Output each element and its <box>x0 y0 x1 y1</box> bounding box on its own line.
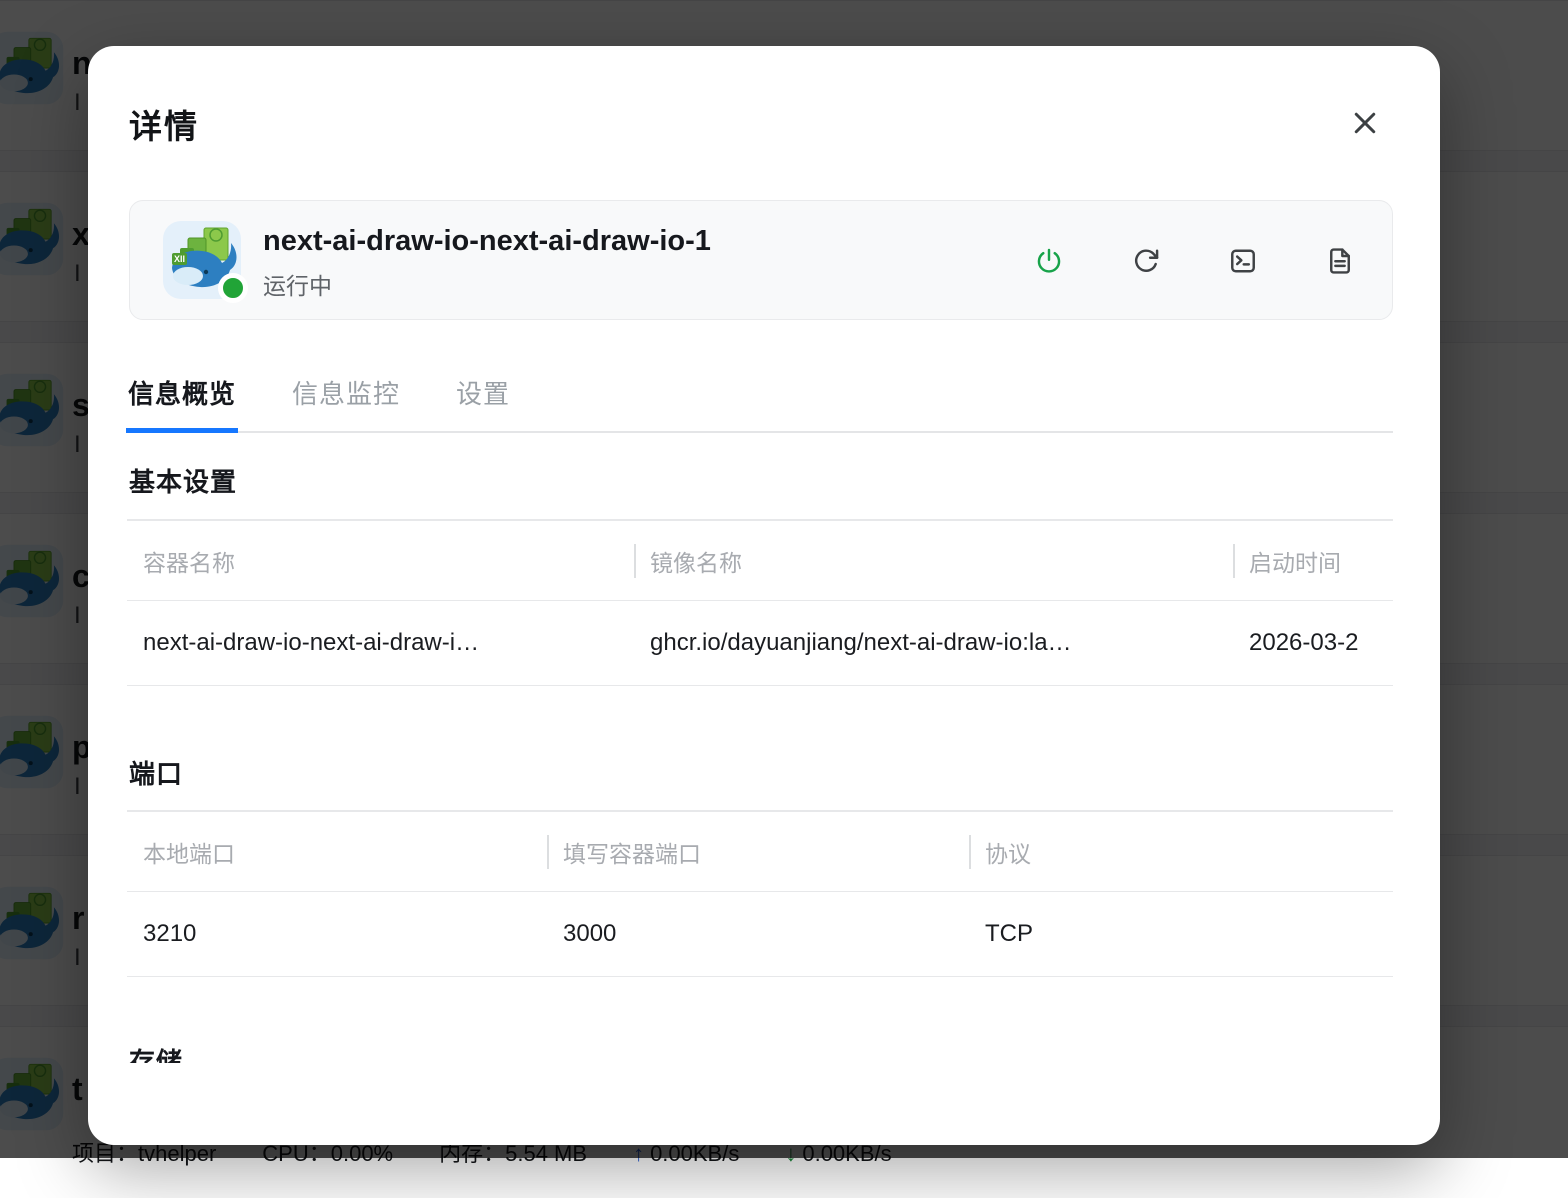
cell-image-name: ghcr.io/dayuanjiang/next-ai-draw-io:la… <box>650 629 1072 656</box>
detail-tabs: 信息概览 信息监控 设置 <box>125 374 1393 433</box>
basic-settings-heading: 基本设置 <box>129 467 238 497</box>
ports-table: 本地端口 填写容器端口 协议 3210 3000 TCP <box>127 810 1393 977</box>
container-actions <box>1025 237 1364 285</box>
logs-button[interactable] <box>1316 237 1364 285</box>
table-row: 3210 3000 TCP <box>127 892 1393 977</box>
cell-start-time: 2026-03-2 <box>1249 629 1359 656</box>
cell-container-name: next-ai-draw-io-next-ai-draw-i… <box>143 629 480 656</box>
table-row: next-ai-draw-io-next-ai-draw-i… ghcr.io/… <box>127 601 1393 686</box>
col-start-time: 启动时间 <box>1233 544 1393 578</box>
container-status: 运行中 <box>263 273 332 299</box>
tab-info-monitoring[interactable]: 信息监控 <box>292 374 400 411</box>
close-icon <box>1354 112 1376 134</box>
modal-title: 详情 <box>129 108 199 145</box>
col-local-port: 本地端口 <box>143 840 235 867</box>
power-button[interactable] <box>1025 237 1073 285</box>
running-status-dot <box>218 273 248 303</box>
container-summary-card: XII next-ai-draw-io-next-ai-draw-io-1 运行… <box>129 200 1393 320</box>
table-header-row: 容器名称 镜像名称 启动时间 <box>127 519 1393 601</box>
col-container-port: 填写容器端口 <box>547 835 969 869</box>
storage-heading: 存储 <box>129 1047 184 1063</box>
container-name: next-ai-draw-io-next-ai-draw-io-1 <box>263 225 711 257</box>
col-container-name: 容器名称 <box>143 549 235 576</box>
basic-settings-table: 容器名称 镜像名称 启动时间 next-ai-draw-io-next-ai-d… <box>127 519 1393 686</box>
col-protocol: 协议 <box>969 835 1393 869</box>
terminal-icon <box>1231 249 1255 273</box>
container-details-modal: 详情 XII next-ai-draw-io-next-ai-draw-io-1… <box>88 46 1440 1145</box>
power-icon <box>1037 248 1061 273</box>
restart-icon <box>1134 249 1159 272</box>
close-button[interactable] <box>1338 101 1392 145</box>
tab-info-overview[interactable]: 信息概览 <box>125 374 239 433</box>
logs-document-icon <box>1330 248 1350 274</box>
cell-container-port: 3000 <box>563 920 617 947</box>
cell-local-port: 3210 <box>143 920 197 947</box>
cell-protocol: TCP <box>985 920 1033 947</box>
tab-settings[interactable]: 设置 <box>456 374 510 411</box>
icon-badge: XII <box>172 253 188 265</box>
restart-button[interactable] <box>1122 237 1170 285</box>
ports-heading: 端口 <box>129 759 184 789</box>
table-header-row: 本地端口 填写容器端口 协议 <box>127 810 1393 892</box>
col-image-name: 镜像名称 <box>634 544 1233 578</box>
terminal-button[interactable] <box>1219 237 1267 285</box>
